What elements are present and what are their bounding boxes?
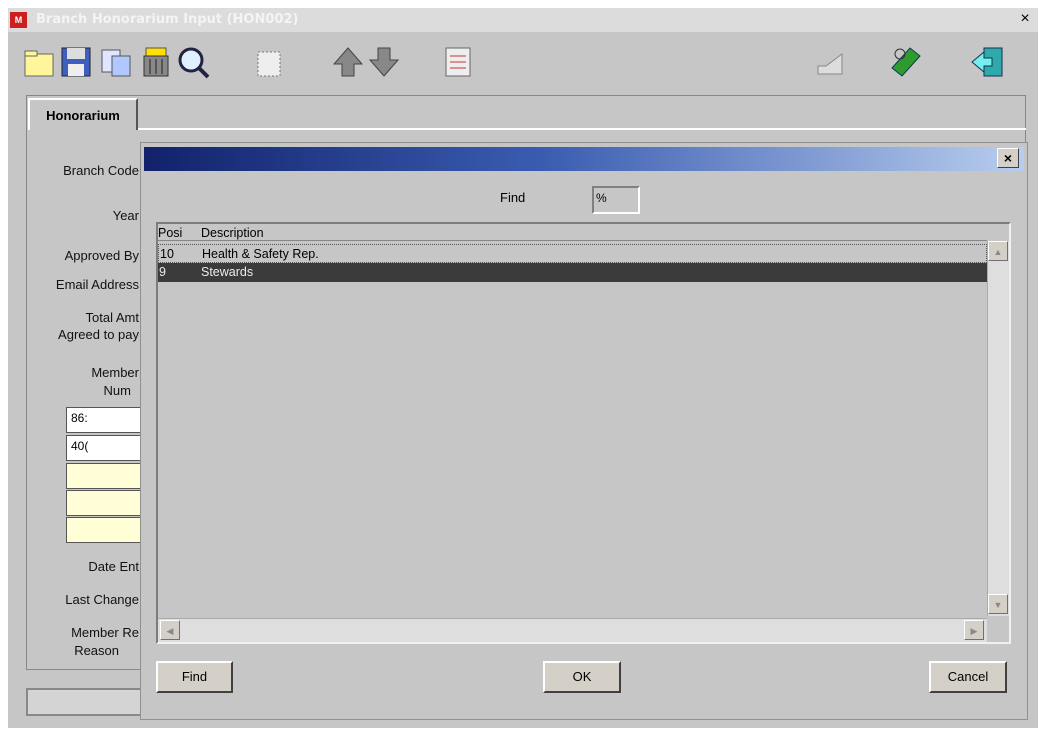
next-record-icon[interactable] bbox=[366, 44, 402, 80]
clear-icon[interactable] bbox=[250, 44, 286, 80]
print-icon[interactable] bbox=[812, 44, 848, 80]
branch-code-label: Branch Code bbox=[63, 163, 139, 178]
results-list[interactable] bbox=[156, 222, 1011, 644]
window-close-button[interactable]: × bbox=[1016, 10, 1034, 28]
list-item-position: 9 bbox=[159, 265, 166, 279]
list-item-description: Stewards bbox=[201, 265, 254, 279]
total-amt-label: Total Amt bbox=[85, 310, 139, 325]
column-header-description[interactable]: Description bbox=[201, 226, 264, 240]
ok-button[interactable]: OK bbox=[543, 661, 621, 693]
find-input[interactable]: % bbox=[592, 186, 640, 214]
new-icon[interactable] bbox=[22, 44, 58, 80]
reason-label: Reason bbox=[74, 643, 119, 658]
window-title: Branch Honorarium Input (HON002) bbox=[36, 12, 299, 27]
member-num-field-4[interactable] bbox=[66, 490, 140, 516]
agreed-to-pay-label: Agreed to pay bbox=[58, 327, 139, 342]
member-num-field-2[interactable]: 40( bbox=[66, 435, 140, 461]
status-bar bbox=[26, 688, 146, 716]
exit-icon[interactable] bbox=[970, 44, 1006, 80]
scroll-down-icon[interactable]: ▼ bbox=[988, 594, 1008, 614]
list-item-position: 10 bbox=[160, 247, 174, 261]
num-label: Num bbox=[103, 383, 131, 398]
dialog-title-bar bbox=[144, 147, 1024, 171]
member-num-field-5[interactable] bbox=[66, 517, 140, 543]
scroll-up-icon[interactable]: ▲ bbox=[988, 241, 1008, 261]
member-reason-label: Member Re bbox=[71, 625, 139, 640]
list-icon[interactable] bbox=[440, 44, 476, 80]
copy-icon[interactable] bbox=[98, 44, 134, 80]
delete-icon[interactable] bbox=[138, 44, 174, 80]
member-label: Member bbox=[91, 365, 139, 380]
payment-icon[interactable] bbox=[888, 44, 924, 80]
search-icon[interactable] bbox=[175, 44, 211, 80]
year-label: Year bbox=[112, 208, 139, 223]
column-header-position[interactable]: Posi bbox=[158, 226, 182, 240]
app-logo-icon: M bbox=[10, 12, 27, 28]
vertical-scrollbar[interactable]: ▲ ▼ bbox=[987, 241, 1009, 616]
scroll-right-icon[interactable]: ▶ bbox=[964, 620, 984, 640]
cancel-button[interactable]: Cancel bbox=[929, 661, 1007, 693]
email-address-label: Email Address bbox=[55, 277, 139, 292]
member-num-field-1[interactable]: 86: bbox=[66, 407, 140, 433]
save-icon[interactable] bbox=[58, 44, 94, 80]
last-changed-label: Last Change bbox=[65, 592, 139, 607]
list-item-description: Health & Safety Rep. bbox=[202, 247, 319, 261]
scrollbar-corner bbox=[987, 616, 1009, 642]
previous-record-icon[interactable] bbox=[330, 44, 366, 80]
scroll-left-icon[interactable]: ◀ bbox=[160, 620, 180, 640]
tab-divider bbox=[138, 128, 1026, 130]
dialog-close-button[interactable]: × bbox=[997, 148, 1019, 168]
find-button[interactable]: Find bbox=[156, 661, 233, 693]
list-item[interactable]: 10 Health & Safety Rep. bbox=[158, 244, 987, 263]
horizontal-scrollbar[interactable]: ◀ ▶ bbox=[158, 618, 987, 642]
date-entered-label: Date Ent bbox=[88, 559, 139, 574]
header-divider bbox=[158, 240, 987, 241]
member-num-field-3[interactable] bbox=[66, 463, 140, 489]
approved-by-label: Approved By bbox=[64, 248, 139, 263]
list-item-selected[interactable]: 9 Stewards bbox=[158, 263, 987, 282]
tab-honorarium[interactable]: Honorarium bbox=[28, 98, 138, 130]
find-label: Find bbox=[500, 190, 526, 205]
